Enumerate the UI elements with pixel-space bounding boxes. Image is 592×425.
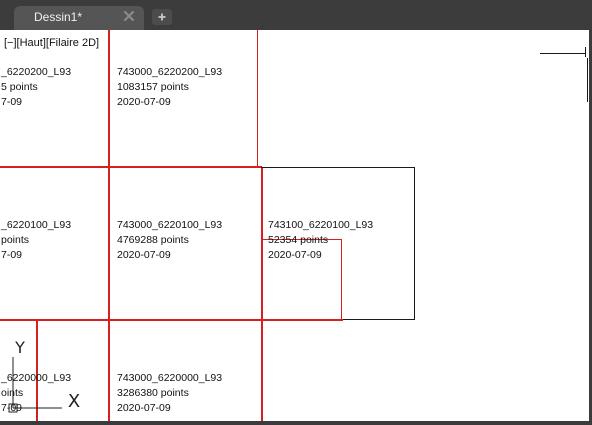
document-tab-bar: Dessin1* xyxy=(0,0,592,30)
tile-boundary-line xyxy=(108,30,110,421)
extent-line xyxy=(587,58,588,102)
close-icon[interactable] xyxy=(122,9,136,23)
tile-name: 743000_6220200_L93 xyxy=(117,66,223,78)
tile-points: 52354 points xyxy=(268,234,329,246)
tile-date: 2020-07-09 xyxy=(268,249,322,261)
tile-name: 743000_6220000_L93 xyxy=(117,372,223,384)
tile-label: 743000_6220200_L93 1083157 points 2020-0… xyxy=(117,65,222,110)
ucs-y-label: Y xyxy=(14,338,25,357)
new-tab-button[interactable] xyxy=(152,9,172,25)
extent-line xyxy=(585,47,586,57)
tile-date: 2020-07-09 xyxy=(117,249,171,261)
extent-line xyxy=(343,319,415,320)
tab-dessin1[interactable]: Dessin1* xyxy=(14,6,144,30)
tile-points: 4769288 points xyxy=(117,234,189,246)
extent-line xyxy=(414,167,415,320)
ucs-icon: Y X xyxy=(8,338,80,413)
tile-points: 3286380 points xyxy=(117,387,189,399)
extent-line xyxy=(261,167,415,168)
drawing-viewport[interactable]: [−][Haut][Filaire 2D] _6220200_L93 5 poi… xyxy=(0,30,589,421)
extent-line xyxy=(540,53,586,54)
tile-boundary-line xyxy=(257,30,258,167)
tile-boundary-line xyxy=(261,167,263,421)
tile-name: 743100_6220100_L93 xyxy=(268,219,374,231)
tile-points: 1083157 points xyxy=(117,81,189,93)
tile-name: 743000_6220100_L93 xyxy=(117,219,223,231)
tile-date: 2020-07-09 xyxy=(117,96,171,108)
tile-label: 743000_6220100_L93 4769288 points 2020-0… xyxy=(117,218,222,263)
ucs-x-label: X xyxy=(68,391,80,412)
tile-label: 743000_6220000_L93 3286380 points 2020-0… xyxy=(117,371,222,416)
tile-date: 2020-07-09 xyxy=(117,402,171,414)
tile-label: 743100_6220100_L93 52354 points 2020-07-… xyxy=(268,218,373,263)
viewport-frame xyxy=(0,421,592,425)
tab-label: Dessin1* xyxy=(34,10,83,24)
plus-icon xyxy=(158,13,166,21)
